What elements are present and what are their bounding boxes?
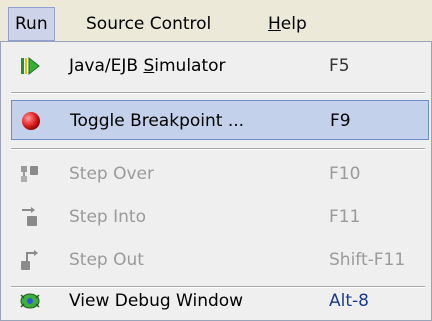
menu-item-view-debug-window[interactable]: View Debug Window Alt-8 [11, 281, 429, 321]
menu-bar: Run Source Control Help [0, 0, 432, 44]
step-out-icon [21, 250, 38, 270]
menu-item-step-over[interactable]: Step Over F10 [11, 154, 429, 194]
menu-separator [11, 148, 425, 150]
run-menu-dropdown: Java/EJB Simulator F5 Toggle Breakpoint … [0, 41, 432, 321]
menu-item-shortcut: F9 [330, 111, 351, 131]
play-arrow-icon [21, 56, 40, 76]
menu-item-toggle-breakpoint[interactable]: Toggle Breakpoint ... F9 [11, 100, 429, 140]
step-into-icon [22, 207, 37, 226]
menu-item-java-ejb-simulator[interactable]: Java/EJB Simulator F5 [11, 46, 429, 86]
menu-item-step-into[interactable]: Step Into F11 [11, 197, 429, 237]
menu-item-label: Step Out [69, 250, 144, 270]
menu-item-label: Step Into [69, 207, 146, 227]
menu-separator [11, 92, 425, 94]
menu-item-label: View Debug Window [69, 291, 244, 311]
menu-item-step-out[interactable]: Step Out Shift-F11 [11, 240, 429, 280]
step-over-icon [21, 166, 38, 182]
menu-item-shortcut: F10 [329, 164, 361, 184]
menu-run-label: Run [15, 14, 48, 34]
menu-item-shortcut: Alt-8 [329, 291, 369, 311]
menu-item-label: Toggle Breakpoint ... [70, 111, 245, 131]
menu-item-shortcut: F5 [329, 56, 350, 76]
menu-item-shortcut: Shift-F11 [329, 250, 406, 270]
menu-item-label: Java/EJB Simulator [69, 56, 226, 76]
menu-help[interactable]: Help [262, 7, 313, 41]
menu-source-control[interactable]: Source Control [80, 7, 217, 41]
menu-item-label: Step Over [69, 164, 154, 184]
debug-window-icon [20, 293, 40, 309]
menu-run[interactable]: Run [8, 7, 55, 41]
menu-item-shortcut: F11 [329, 207, 361, 227]
menu-help-mnemonic: H [268, 14, 281, 34]
menu-source-control-label: Source Control [86, 14, 212, 34]
menu-help-label: elp [280, 14, 307, 34]
breakpoint-red-dot-icon [22, 112, 40, 130]
